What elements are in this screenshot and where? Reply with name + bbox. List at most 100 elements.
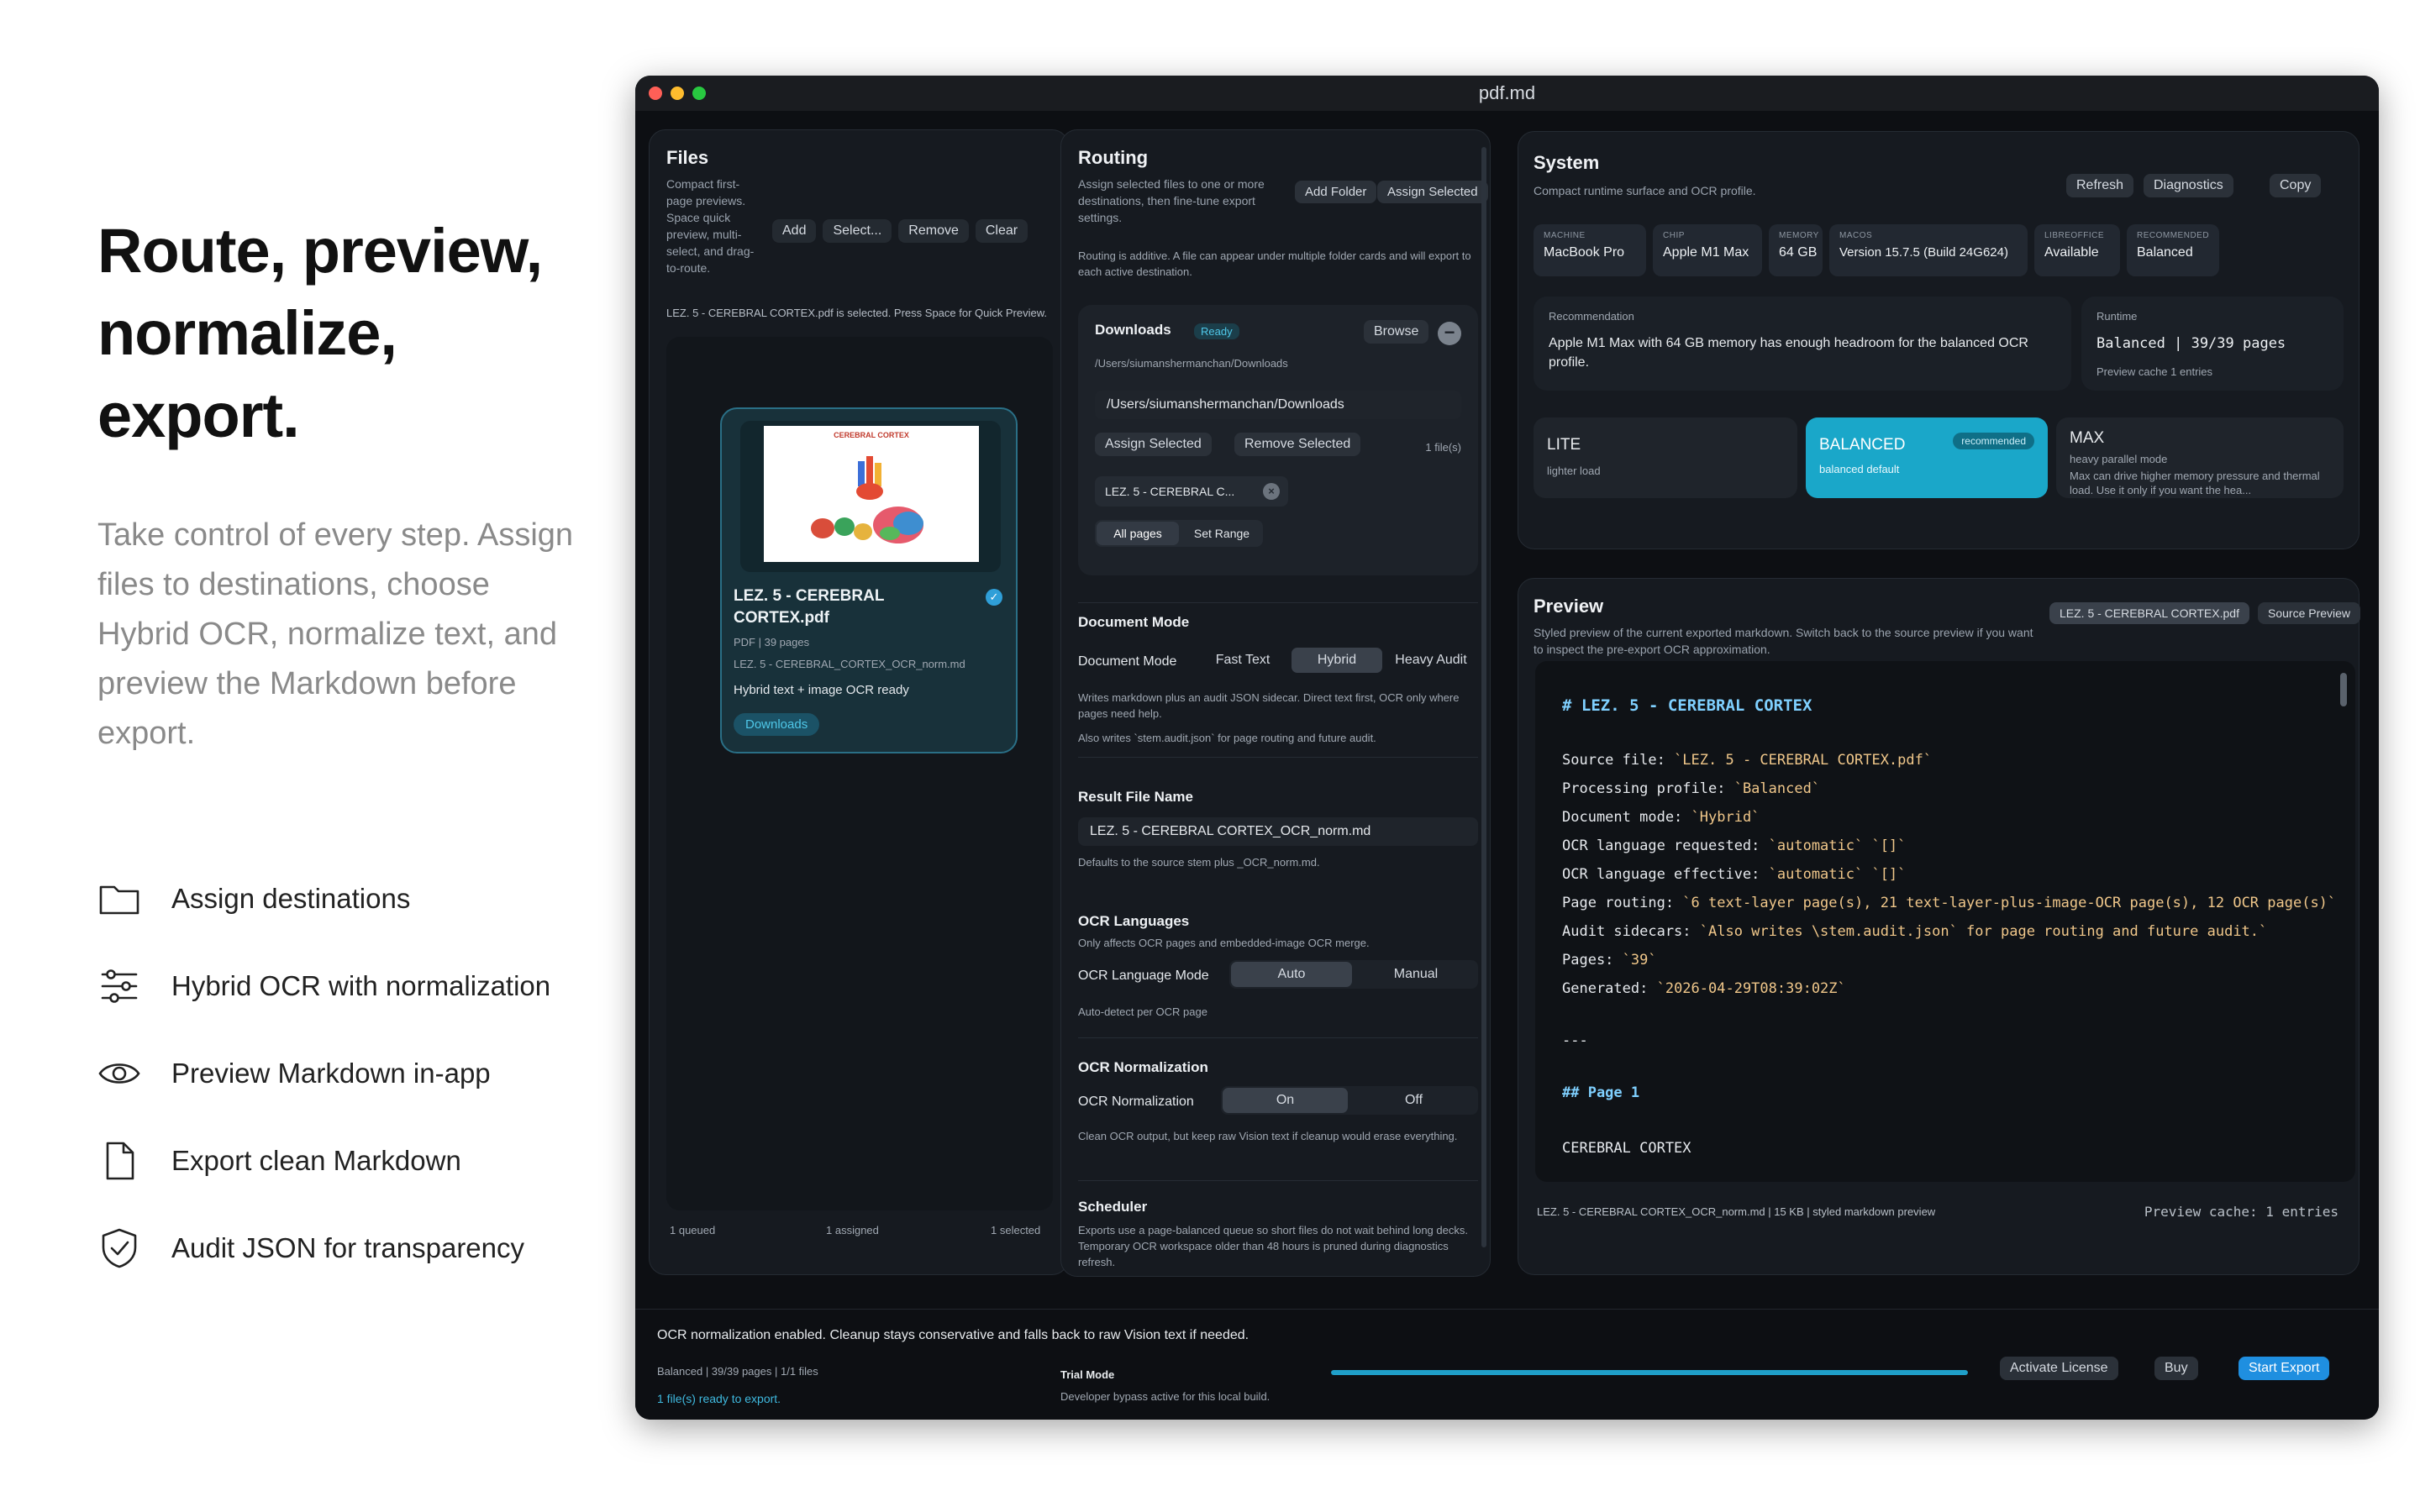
ocr-language-mode-segment: Auto Manual (1229, 960, 1478, 989)
feature-list: Assign destinations Hybrid OCR with norm… (97, 855, 618, 1292)
page-range-segment: All pages Set Range (1095, 520, 1263, 547)
ocr-language-mode-label: OCR Language Mode (1078, 969, 1209, 983)
routing-scrollbar[interactable] (1481, 147, 1486, 1247)
chip-key: CHIP (1663, 231, 1685, 240)
add-folder-button[interactable]: Add Folder (1295, 181, 1377, 203)
profile-balanced[interactable]: BALANCED balanced default recommended (1806, 417, 2048, 498)
meta-value: `automatic` `[]` (1768, 866, 1907, 883)
assigned-count: 1 assigned (826, 1224, 879, 1236)
preview-footer-file: LEZ. 5 - CEREBRAL CORTEX_OCR_norm.md | 1… (1537, 1205, 1936, 1218)
heavy-audit-option[interactable]: Heavy Audit (1386, 648, 1476, 673)
preview-panel: Preview Styled preview of the current ex… (1518, 578, 2361, 1275)
start-export-button[interactable]: Start Export (2238, 1357, 2330, 1380)
destination-file-count: 1 file(s) (1425, 441, 1461, 454)
file-chip-label: LEZ. 5 - CEREBRAL C... (1105, 485, 1235, 498)
assign-selected-destination-button[interactable]: Assign Selected (1095, 433, 1212, 456)
thumbnail-page: CEREBRAL CORTEX (764, 426, 979, 562)
preview-scrollbar[interactable] (2340, 673, 2347, 706)
meta-value: `39` (1622, 952, 1657, 969)
remove-selected-destination-button[interactable]: Remove Selected (1234, 433, 1361, 456)
remove-file-button[interactable]: Remove (898, 219, 969, 243)
export-progress-bar (1331, 1370, 1968, 1375)
profile-max[interactable]: MAX heavy parallel mode Max can drive hi… (2056, 417, 2344, 498)
profile-lite[interactable]: LITE lighter load (1534, 417, 1797, 498)
browse-button[interactable]: Browse (1364, 320, 1429, 344)
routing-divider (1078, 1037, 1478, 1038)
normalization-off-option[interactable]: Off (1351, 1088, 1476, 1113)
destination-status: Ready (1194, 323, 1239, 339)
ocr-normalization-help: Clean OCR output, but keep raw Vision te… (1078, 1130, 1458, 1142)
shield-check-icon (97, 1226, 141, 1270)
status-message: OCR normalization enabled. Cleanup stays… (657, 1328, 1249, 1342)
app-window: pdf.md Files Compact first-page previews… (635, 76, 2379, 1420)
all-pages-option[interactable]: All pages (1097, 522, 1179, 545)
file-status: Hybrid text + image OCR ready (734, 683, 909, 697)
remove-file-chip-icon[interactable]: × (1263, 483, 1280, 500)
sliders-icon (97, 964, 141, 1008)
hero-body: Take control of every step. Assign files… (97, 517, 574, 751)
auto-option[interactable]: Auto (1231, 962, 1352, 987)
title-bar: pdf.md (635, 76, 2379, 111)
scheduler-help: Exports use a page-balanced queue so sho… (1078, 1224, 1468, 1268)
destination-name: Downloads (1095, 322, 1171, 338)
runtime-value: Balanced | 39/39 pages (2096, 335, 2286, 352)
file-card[interactable]: CEREBRAL CORTEX LEZ. 5 - CEREBRAL CORTEX… (720, 407, 1018, 753)
destination-path-field[interactable]: /Users/siumanshermanchan/Downloads (1095, 391, 1461, 419)
file-chip[interactable]: LEZ. 5 - CEREBRAL C... × (1095, 476, 1288, 507)
add-file-button[interactable]: Add (772, 219, 817, 243)
feature-label: Export clean Markdown (171, 1145, 461, 1176)
set-range-option[interactable]: Set Range (1181, 527, 1263, 540)
chip-key: MACHINE (1544, 231, 1586, 240)
close-window-button[interactable] (649, 87, 662, 100)
refresh-button[interactable]: Refresh (2066, 174, 2134, 197)
destination-card-downloads[interactable]: Downloads Ready Browse − /Users/siumansh… (1078, 305, 1478, 575)
preview-meta-line: Generated: `2026-04-29T08:39:02Z` (1562, 980, 1846, 997)
routing-note: Routing is additive. A file can appear u… (1078, 249, 1471, 278)
document-icon (97, 1139, 141, 1183)
preview-meta-line: Pages: `39` (1562, 952, 1657, 969)
meta-key: Document mode: (1562, 809, 1691, 826)
meta-value: `Balanced` (1733, 780, 1821, 797)
routing-subtitle: Assign selected files to one or more des… (1078, 177, 1265, 224)
ocr-normalization-label: OCR Normalization (1078, 1095, 1194, 1109)
zoom-window-button[interactable] (692, 87, 706, 100)
manual-option[interactable]: Manual (1355, 962, 1476, 987)
copy-button[interactable]: Copy (2270, 174, 2322, 197)
chip-key: LIBREOFFICE (2044, 231, 2105, 240)
activate-license-button[interactable]: Activate License (2000, 1357, 2118, 1380)
file-thumbnail: CEREBRAL CORTEX (740, 421, 1001, 572)
ocr-language-note: Auto-detect per OCR page (1078, 1005, 1207, 1018)
footer-stats: Balanced | 39/39 pages | 1/1 files (657, 1365, 818, 1378)
normalization-on-option[interactable]: On (1223, 1088, 1348, 1113)
preview-file-tab[interactable]: LEZ. 5 - CEREBRAL CORTEX.pdf (2049, 602, 2249, 624)
hybrid-option[interactable]: Hybrid (1292, 648, 1382, 673)
feature-label: Hybrid OCR with normalization (171, 970, 551, 1001)
chip-key: MEMORY (1779, 231, 1819, 240)
select-file-button[interactable]: Select... (823, 219, 892, 243)
routing-divider (1078, 602, 1478, 603)
assign-selected-button[interactable]: Assign Selected (1377, 181, 1488, 203)
feature-item: Preview Markdown in-app (97, 1030, 618, 1117)
ocr-languages-section-title: OCR Languages (1078, 913, 1190, 929)
feature-item: Hybrid OCR with normalization (97, 942, 618, 1030)
meta-key: Pages: (1562, 952, 1623, 969)
diagnostics-button[interactable]: Diagnostics (2144, 174, 2233, 197)
buy-button[interactable]: Buy (2154, 1357, 2198, 1380)
meta-value: `Also writes \stem.audit.json` for page … (1699, 923, 2268, 940)
file-output-name: LEZ. 5 - CEREBRAL_CORTEX_OCR_norm.md (734, 658, 965, 670)
hero: Route, preview, normalize, export. Take … (97, 210, 585, 759)
fast-text-option[interactable]: Fast Text (1197, 648, 1288, 673)
destination-badge[interactable]: Downloads (734, 713, 820, 736)
preview-subtitle: Styled preview of the current exported m… (1534, 626, 2033, 656)
recommendation-card: Recommendation Apple M1 Max with 64 GB m… (1534, 297, 2071, 391)
system-title: System (1534, 152, 1600, 173)
clear-files-button[interactable]: Clear (975, 219, 1028, 243)
remove-destination-icon[interactable]: − (1438, 322, 1461, 345)
chip-key: MACOS (1839, 231, 1873, 240)
result-file-name-input[interactable]: LEZ. 5 - CEREBRAL CORTEX_OCR_norm.md (1078, 817, 1478, 846)
minimize-window-button[interactable] (671, 87, 684, 100)
ocr-normalization-segment: On Off (1221, 1086, 1478, 1115)
source-preview-tab[interactable]: Source Preview (2258, 602, 2361, 624)
result-file-section-title: Result File Name (1078, 789, 1193, 805)
memory-chip: MEMORY 64 GB (1769, 224, 1823, 276)
